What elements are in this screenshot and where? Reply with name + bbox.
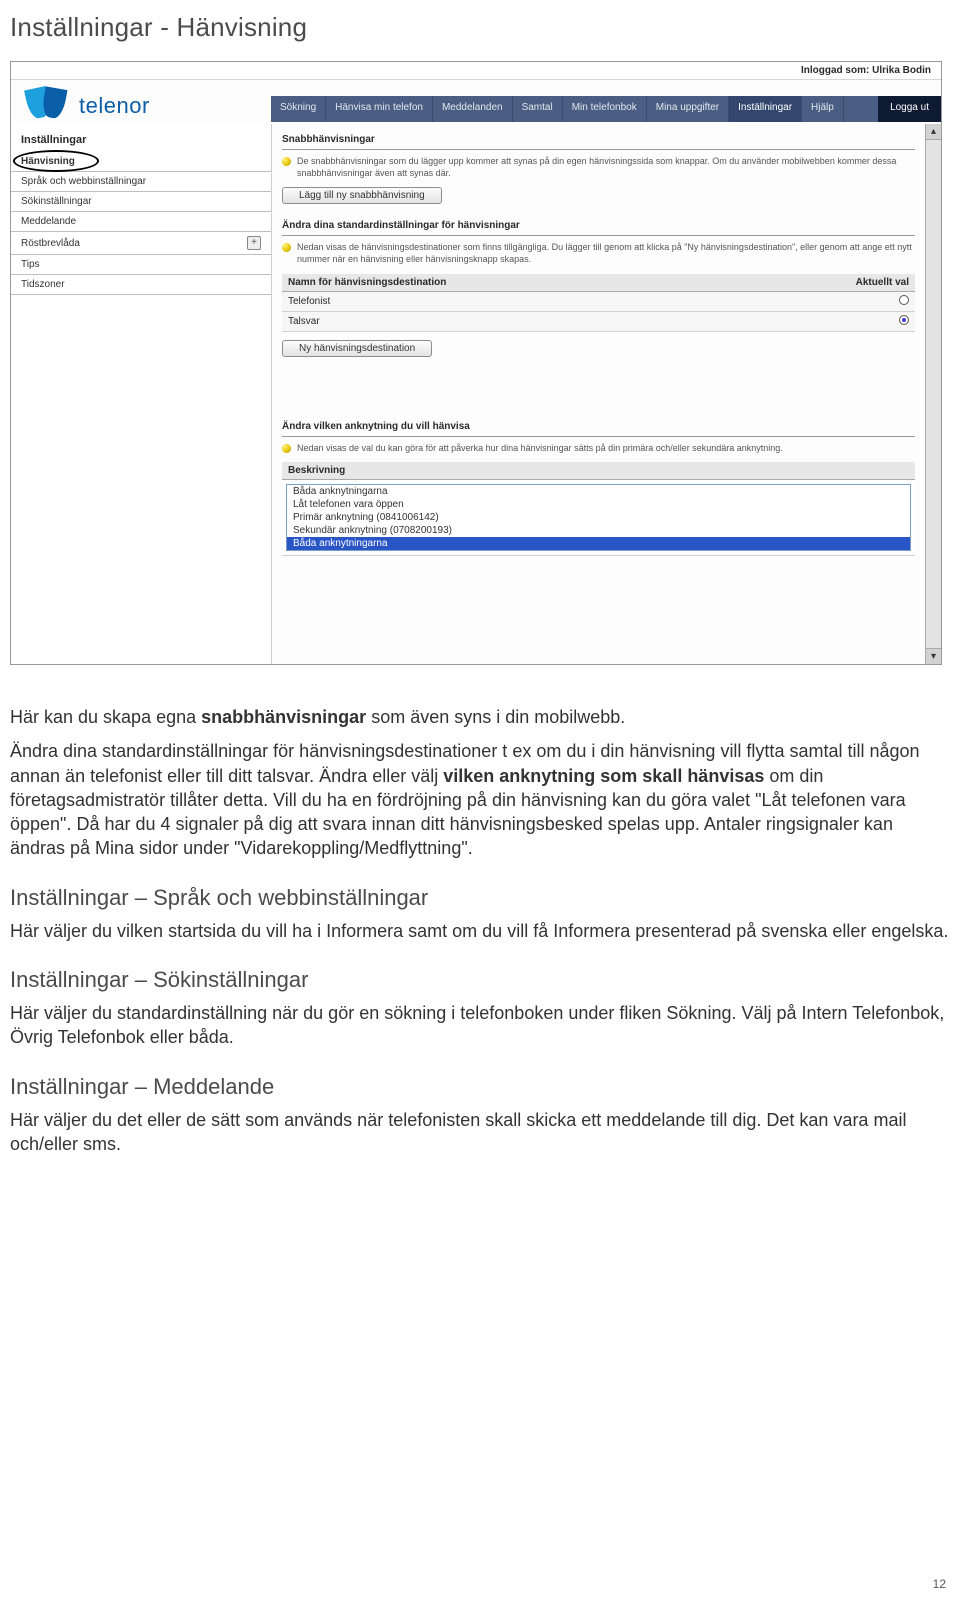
sidebar-item-label: Röstbrevlåda xyxy=(21,238,80,249)
h2-sprak: Inställningar – Språk och webbinställnin… xyxy=(10,885,950,911)
sidebar-item-label: Hänvisning xyxy=(21,156,75,167)
main-panel: ▴ ▾ Snabbhänvisningar De snabbhänvisning… xyxy=(271,124,941,664)
paragraph-4: Här väljer du standardinställning när du… xyxy=(10,1001,950,1050)
table-row: Telefonist xyxy=(282,291,915,311)
nav-samtal[interactable]: Samtal xyxy=(513,96,563,122)
doc-body: Här kan du skapa egna snabbhänvisningar … xyxy=(10,705,950,1156)
ankn-col: Beskrivning xyxy=(282,462,915,480)
panel-snabb-hint: De snabbhänvisningar som du lägger upp k… xyxy=(282,156,915,179)
hint-text: Nedan visas de hänvisningsdestinationer … xyxy=(297,242,915,265)
h2-medd: Inställningar – Meddelande xyxy=(10,1074,950,1100)
intro-paragraph: Här kan du skapa egna snabbhänvisningar … xyxy=(10,705,950,729)
logout-button[interactable]: Logga ut xyxy=(878,96,941,122)
sidebar-item-tips[interactable]: Tips xyxy=(11,255,271,275)
sidebar-item-meddelande[interactable]: Meddelande xyxy=(11,212,271,232)
dest-col-current: Aktuellt val xyxy=(739,274,915,292)
dest-col-name: Namn för hänvisningsdestination xyxy=(282,274,739,292)
paragraph-5: Här väljer du det eller de sätt som anvä… xyxy=(10,1108,950,1157)
select-opt[interactable]: Låt telefonen vara öppen xyxy=(287,498,910,511)
sidebar-item-label: Språk och webbinställningar xyxy=(21,176,146,187)
panel-std-title: Ändra dina standardinställningar för hän… xyxy=(282,216,915,236)
bulb-icon xyxy=(282,444,291,453)
ankn-table: Beskrivning Båda anknytningarna Låt tele… xyxy=(282,462,915,556)
top-login: Inloggad som: Ulrika Bodin xyxy=(11,62,941,80)
sidebar-item-label: Tips xyxy=(21,259,40,270)
sidebar-item-sok[interactable]: Sökinställningar xyxy=(11,192,271,212)
sidebar-item-rostbrevlada[interactable]: Röstbrevlåda + xyxy=(11,232,271,255)
paragraph-3: Här väljer du vilken startsida du vill h… xyxy=(10,919,950,943)
sidebar-item-hanvisning[interactable]: Hänvisning xyxy=(11,152,271,172)
login-label: Inloggad som: xyxy=(801,65,869,76)
scrollbar[interactable]: ▴ ▾ xyxy=(925,124,941,664)
select-opt-selected[interactable]: Båda anknytningarna xyxy=(287,537,910,550)
panel-std-hint: Nedan visas de hänvisningsdestinationer … xyxy=(282,242,915,265)
nav-hanvisa[interactable]: Hänvisa min telefon xyxy=(326,96,433,122)
sidebar-item-label: Tidszoner xyxy=(21,279,65,290)
add-snabb-button[interactable]: Lägg till ny snabbhänvisning xyxy=(282,187,442,204)
app-screenshot: Inloggad som: Ulrika Bodin telenor Sökni… xyxy=(10,61,942,665)
brand-text: telenor xyxy=(79,93,150,119)
hint-text: De snabbhänvisningar som du lägger upp k… xyxy=(297,156,915,179)
bulb-icon xyxy=(282,243,291,252)
intro-pre: Här kan du skapa egna xyxy=(10,707,201,727)
intro-post: som även syns i din mobilwebb. xyxy=(366,707,625,727)
login-user: Ulrika Bodin xyxy=(872,65,931,76)
sidebar-item-label: Meddelande xyxy=(21,216,76,227)
nav-uppgifter[interactable]: Mina uppgifter xyxy=(647,96,729,122)
page-title: Inställningar - Hänvisning xyxy=(10,12,950,43)
sidebar: Inställningar Hänvisning Språk och webbi… xyxy=(11,124,271,664)
nav-installningar[interactable]: Inställningar xyxy=(729,96,802,122)
sidebar-item-sprak[interactable]: Språk och webbinställningar xyxy=(11,172,271,192)
new-dest-button[interactable]: Ny hänvisningsdestination xyxy=(282,340,432,357)
dest-row-name: Talsvar xyxy=(282,311,739,331)
radio-talsvar[interactable] xyxy=(899,315,909,325)
select-opt[interactable]: Båda anknytningarna xyxy=(287,485,910,498)
bulb-icon xyxy=(282,157,291,166)
radio-telefonist[interactable] xyxy=(899,295,909,305)
intro-bold: snabbhänvisningar xyxy=(201,707,366,727)
panel-snabb-title: Snabbhänvisningar xyxy=(282,130,915,150)
expand-icon[interactable]: + xyxy=(247,236,261,250)
panel-ankn-hint: Nedan visas de val du kan göra för att p… xyxy=(282,443,915,455)
nav-meddelanden[interactable]: Meddelanden xyxy=(433,96,513,122)
select-opt[interactable]: Primär anknytning (0841006142) xyxy=(287,511,910,524)
h2-sok: Inställningar – Sökinställningar xyxy=(10,967,950,993)
logo-area: telenor xyxy=(11,80,271,124)
main-nav: Sökning Hänvisa min telefon Meddelanden … xyxy=(271,96,941,122)
p2b: vilken anknytning som skall hänvisas xyxy=(443,766,764,786)
page-number: 12 xyxy=(933,1577,946,1591)
ankn-select[interactable]: Båda anknytningarna Låt telefonen vara ö… xyxy=(286,484,911,551)
dest-row-name: Telefonist xyxy=(282,291,739,311)
select-opt[interactable]: Sekundär anknytning (0708200193) xyxy=(287,524,910,537)
brand-logo: telenor xyxy=(23,88,271,124)
panel-ankn-title: Ändra vilken anknytning du vill hänvisa xyxy=(282,417,915,437)
sidebar-item-label: Sökinställningar xyxy=(21,196,92,207)
nav-hjalp[interactable]: Hjälp xyxy=(802,96,844,122)
brand-mark-icon xyxy=(23,88,73,124)
dest-table: Namn för hänvisningsdestination Aktuellt… xyxy=(282,274,915,332)
sidebar-title: Inställningar xyxy=(11,130,271,152)
paragraph-2: Ändra dina standardinställningar för hän… xyxy=(10,739,950,860)
nav-telefonbok[interactable]: Min telefonbok xyxy=(563,96,647,122)
scroll-up-icon[interactable]: ▴ xyxy=(926,124,941,140)
table-row: Talsvar xyxy=(282,311,915,331)
sidebar-item-tidszoner[interactable]: Tidszoner xyxy=(11,275,271,295)
scroll-down-icon[interactable]: ▾ xyxy=(926,648,941,664)
hint-text: Nedan visas de val du kan göra för att p… xyxy=(297,443,783,455)
nav-sokning[interactable]: Sökning xyxy=(271,96,326,122)
